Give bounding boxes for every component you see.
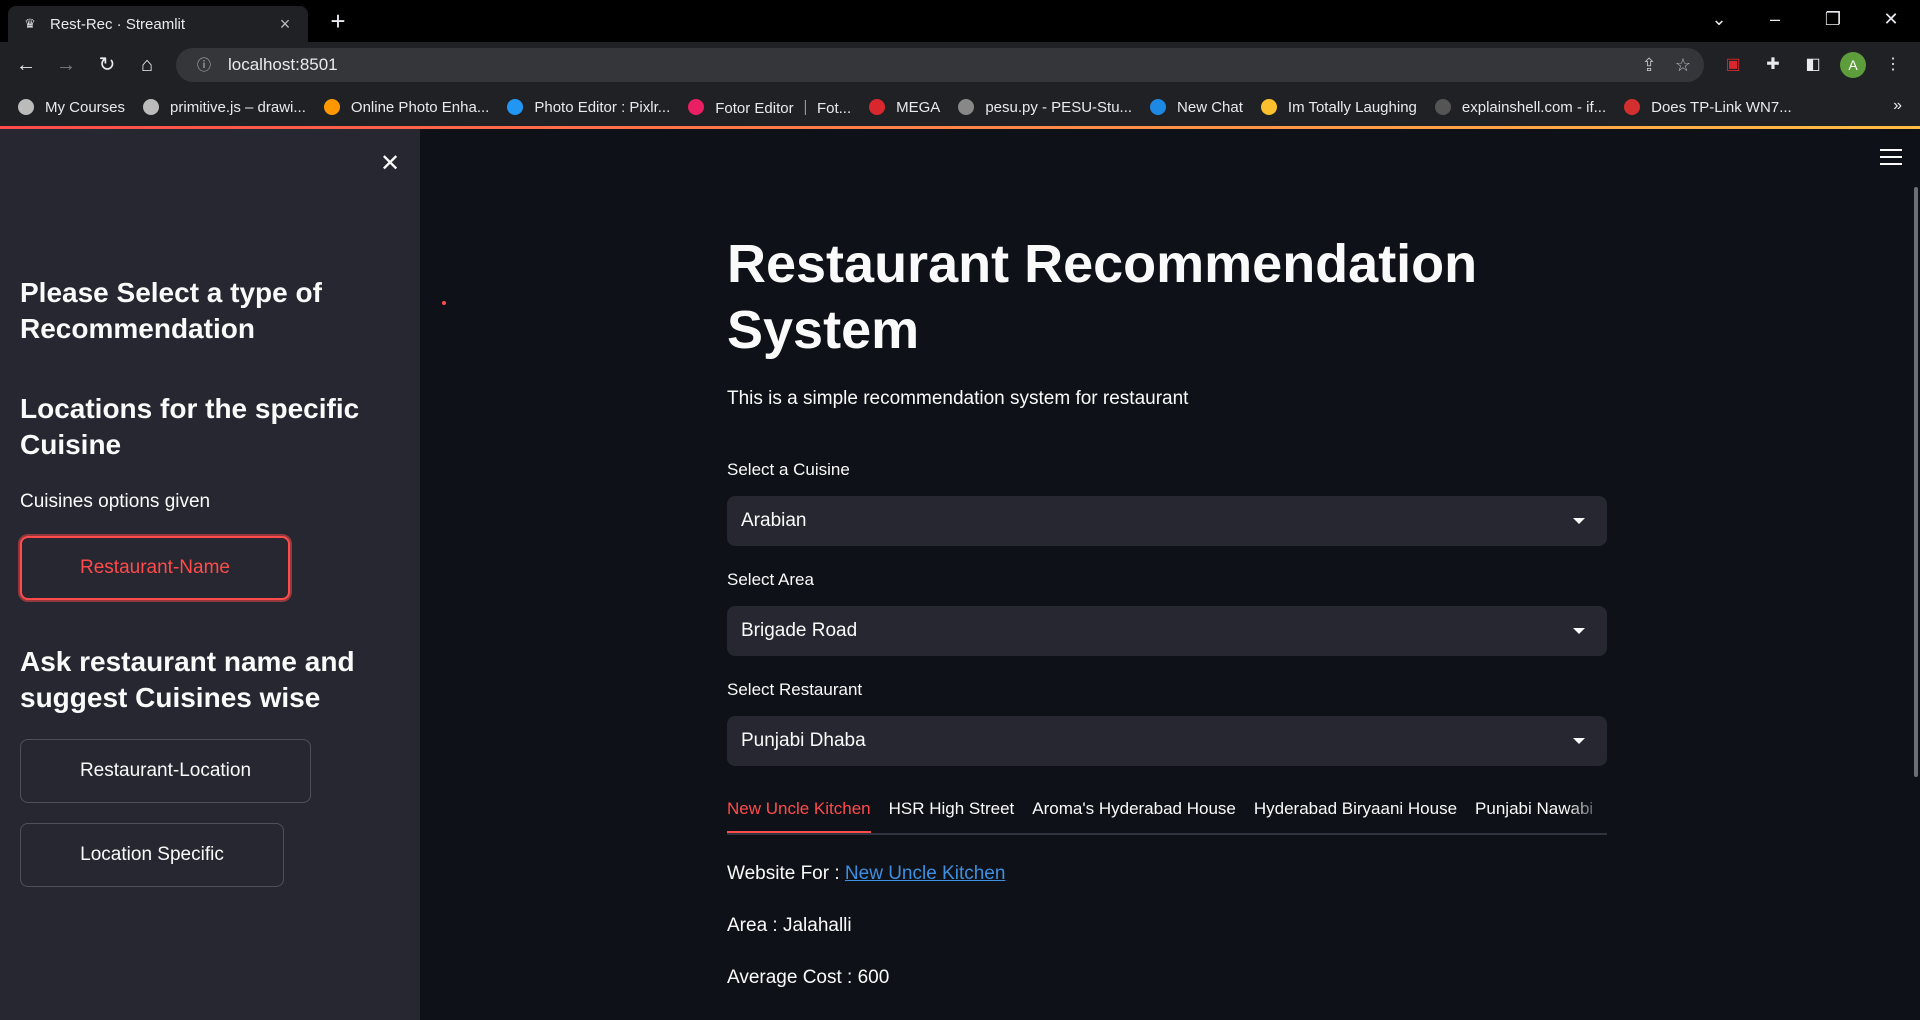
cuisine-select-value: Arabian	[741, 510, 807, 531]
status-dot	[442, 301, 446, 305]
bookmark-item[interactable]: Online Photo Enha...	[323, 99, 489, 116]
side-panel-icon[interactable]: ◧	[1800, 52, 1826, 78]
restaurant-select[interactable]: Punjabi Dhaba	[727, 716, 1607, 766]
page-title: Restaurant Recommendation System	[727, 234, 1478, 360]
bookmark-favicon-icon	[507, 99, 524, 115]
tab-search-icon[interactable]: ⌄	[1704, 6, 1734, 32]
bookmark-item[interactable]: primitive.js – drawi...	[143, 99, 306, 116]
bookmark-favicon-icon	[1260, 99, 1277, 115]
tab-hsr-high-street[interactable]: HSR High Street	[889, 791, 1015, 831]
bookmark-item[interactable]: New Chat	[1150, 99, 1243, 116]
bookmark-favicon-icon	[1624, 99, 1641, 115]
sidebar-close-icon[interactable]: ✕	[377, 149, 403, 178]
back-icon[interactable]: ←	[12, 51, 40, 79]
sidebar-caption: Cuisines options given	[20, 491, 211, 512]
bookmark-item[interactable]: My Courses	[18, 99, 125, 116]
cuisine-select[interactable]: Arabian	[727, 496, 1607, 546]
bookmark-favicon-icon	[143, 99, 160, 115]
forward-icon[interactable]: →	[52, 51, 80, 79]
bookmark-favicon-icon	[958, 99, 975, 115]
bookmark-item[interactable]: pesu.py - PESU-Stu...	[958, 99, 1132, 116]
page-subtitle: This is a simple recommendation system f…	[727, 388, 1189, 409]
restaurant-tabs: New Uncle Kitchen HSR High Street Aroma's …	[727, 791, 1607, 835]
location-specific-button[interactable]: Location Specific	[20, 823, 284, 887]
tab-close-icon[interactable]: ×	[276, 14, 294, 35]
website-link[interactable]: New Uncle Kitchen	[845, 863, 1006, 884]
bookmark-item[interactable]: Photo Editor : Pixlr...	[507, 99, 670, 116]
browser-tab[interactable]: ♛ Rest-Rec · Streamlit ×	[8, 6, 308, 42]
url-text: localhost:8501	[228, 55, 338, 74]
extensions-icon[interactable]: ✚	[1760, 52, 1786, 78]
site-info-icon[interactable]: ⓘ	[194, 55, 214, 75]
new-tab-icon[interactable]: +	[325, 8, 351, 34]
bookmarks-bar: My Courses primitive.js – drawi... Onlin…	[0, 88, 1920, 126]
bookmark-item[interactable]: Does TP-Link WN7...	[1624, 99, 1792, 116]
sidebar-heading-cuisine: Locations for the specific Cuisine	[20, 393, 360, 460]
more-bookmarks-icon[interactable]: »	[1893, 97, 1902, 115]
tab-hyderabad-biryaani-house[interactable]: Hyderabad Biryaani House	[1254, 791, 1457, 831]
browser-menu-icon[interactable]: ⋮	[1880, 52, 1906, 78]
bookmark-favicon-icon	[1150, 99, 1167, 115]
reload-icon[interactable]: ↻	[93, 51, 121, 79]
bookmark-favicon-icon	[18, 99, 34, 115]
main-menu-icon[interactable]	[1880, 149, 1902, 170]
sidebar-heading-type: Please Select a type of Recommendation	[20, 277, 322, 344]
restaurant-name-button[interactable]: Restaurant-Name	[20, 536, 290, 600]
bookmark-favicon-icon	[869, 99, 886, 115]
home-icon[interactable]: ⌂	[133, 51, 161, 79]
browser-toolbar: ← → ↻ ⌂ ⓘ localhost:8501 ⇪ ☆ ▣ ✚ ◧ A ⋮	[0, 42, 1920, 88]
profile-avatar[interactable]: A	[1840, 52, 1866, 78]
bookmark-item[interactable]: Im Totally Laughing	[1260, 99, 1417, 116]
area-info: Area : Jalahalli	[727, 915, 852, 936]
tab-new-uncle-kitchen[interactable]: New Uncle Kitchen	[727, 791, 871, 833]
share-icon[interactable]: ⇪	[1636, 48, 1662, 82]
cost-info: Average Cost : 600	[727, 967, 890, 988]
chevron-down-icon	[1573, 518, 1585, 524]
bookmark-star-icon[interactable]: ☆	[1670, 48, 1696, 82]
tabs-fade	[1567, 791, 1607, 833]
area-select[interactable]: Brigade Road	[727, 606, 1607, 656]
window-close-icon[interactable]: ✕	[1876, 6, 1906, 32]
website-info: Website For : New Uncle Kitchen	[727, 863, 1005, 885]
restaurant-label: Select Restaurant	[727, 680, 863, 699]
streamlit-favicon-icon: ♛	[24, 16, 36, 31]
area-label: Select Area	[727, 570, 814, 589]
bookmark-favicon-icon	[323, 99, 340, 115]
tab-aromas-hyderabad-house[interactable]: Aroma's Hyderabad House	[1032, 791, 1236, 831]
sidebar-heading-ask: Ask restaurant name and suggest Cuisines…	[20, 646, 355, 713]
browser-titlebar: ♛ Rest-Rec · Streamlit × + ⌄ – ❐ ✕	[0, 0, 1920, 42]
bookmark-favicon-icon	[688, 99, 705, 115]
main-content: Restaurant Recommendation System This is…	[420, 129, 1920, 1020]
chevron-down-icon	[1573, 738, 1585, 744]
tab-title: Rest-Rec · Streamlit	[50, 15, 186, 33]
website-label: Website For :	[727, 863, 845, 884]
restore-icon[interactable]: ❐	[1818, 6, 1848, 32]
cuisine-label: Select a Cuisine	[727, 460, 850, 479]
restaurant-location-button[interactable]: Restaurant-Location	[20, 739, 311, 803]
scrollbar[interactable]	[1914, 187, 1918, 777]
minimize-icon[interactable]: –	[1760, 6, 1790, 32]
pocket-extension-icon[interactable]: ▣	[1720, 52, 1746, 78]
bookmark-item[interactable]: explainshell.com - if...	[1434, 99, 1606, 116]
address-bar[interactable]: ⓘ localhost:8501 ⇪ ☆	[176, 48, 1704, 82]
area-select-value: Brigade Road	[741, 620, 858, 641]
bookmark-item[interactable]: MEGA	[869, 99, 940, 116]
chevron-down-icon	[1573, 628, 1585, 634]
bookmark-favicon-icon	[1434, 99, 1451, 115]
sidebar: ✕ Please Select a type of Recommendation…	[0, 129, 420, 1020]
restaurant-select-value: Punjabi Dhaba	[741, 730, 866, 751]
bookmark-item[interactable]: Fotor Editor ｜ Fot...	[688, 97, 851, 118]
